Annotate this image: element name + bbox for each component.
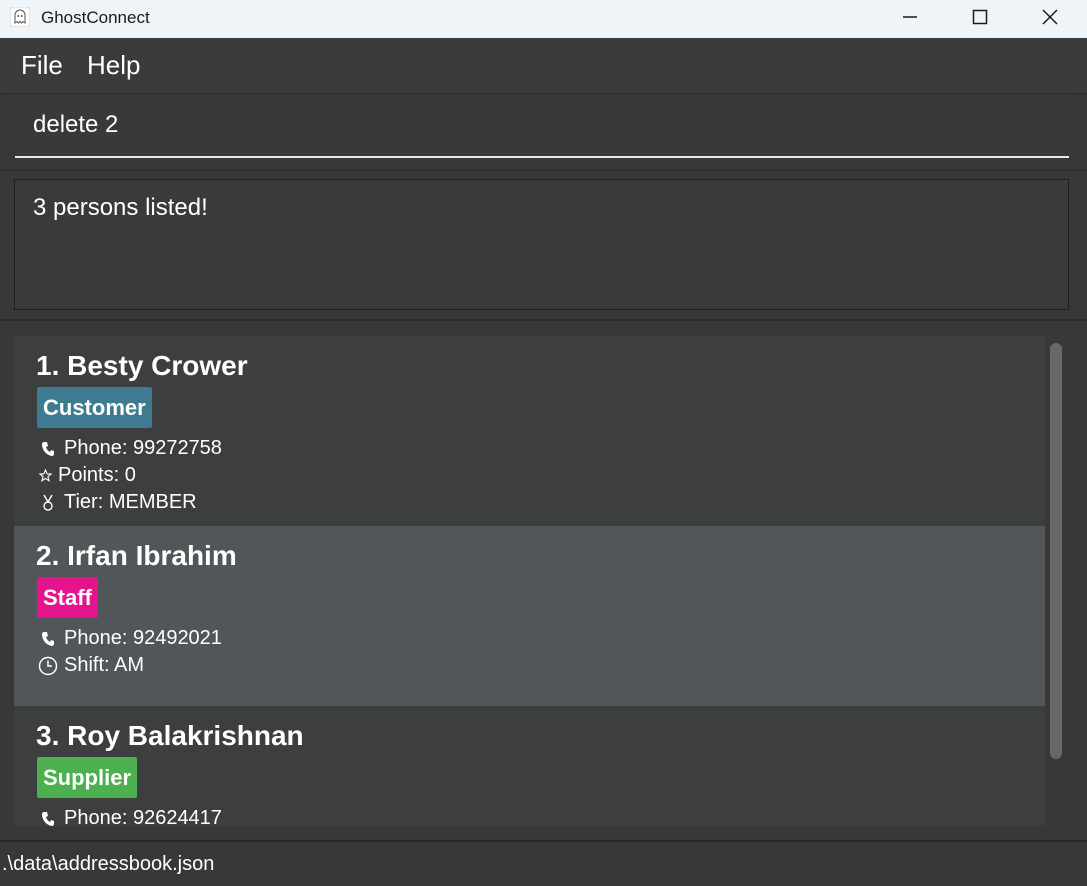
maximize-button[interactable] — [946, 0, 1014, 34]
result-display: 3 persons listed! — [14, 179, 1069, 310]
phone-icon — [38, 439, 58, 459]
list-scrollbar[interactable] — [1049, 343, 1063, 823]
phone-field: Phone: 99272758 — [38, 437, 222, 460]
phone-text: Phone: 92624417 — [64, 807, 222, 826]
close-button[interactable] — [1016, 0, 1084, 34]
phone-field: Phone: 92492021 — [38, 627, 222, 650]
person-list[interactable]: 1. Besty Crower Customer Phone: 99272758… — [14, 336, 1045, 826]
phone-text: Phone: 92492021 — [64, 627, 222, 649]
title-bar: GhostConnect — [0, 0, 1087, 38]
person-card-selected[interactable]: 2. Irfan Ibrahim Staff Phone: 92492021 S… — [14, 526, 1045, 706]
person-list-pane: 1. Besty Crower Customer Phone: 99272758… — [0, 319, 1087, 841]
scrollbar-thumb[interactable] — [1050, 343, 1062, 759]
person-tag: Customer — [37, 387, 152, 428]
status-bar: .\data\addressbook.json — [0, 840, 1087, 886]
phone-icon — [38, 629, 58, 649]
person-card[interactable]: 3. Roy Balakrishnan Supplier Phone: 9262… — [14, 706, 1045, 826]
result-display-pane: 3 persons listed! — [0, 170, 1087, 319]
person-name: 2. Irfan Ibrahim — [36, 540, 237, 571]
window-title: GhostConnect — [41, 8, 150, 27]
maximize-icon — [972, 9, 988, 25]
phone-text: Phone: 99272758 — [64, 437, 222, 459]
menu-bar: File Help — [0, 38, 1087, 93]
shift-field: Shift: AM — [38, 654, 144, 677]
close-icon — [1042, 9, 1058, 25]
phone-icon — [38, 809, 58, 827]
result-message: 3 persons listed! — [33, 194, 208, 221]
menu-help[interactable]: Help — [87, 50, 140, 81]
clock-icon — [38, 656, 58, 676]
points-text: Points: 0 — [58, 464, 136, 486]
menu-file[interactable]: File — [21, 50, 63, 81]
star-icon — [38, 466, 52, 486]
person-name: 1. Besty Crower — [36, 350, 248, 381]
points-field: Points: 0 — [38, 464, 136, 487]
command-input[interactable] — [15, 94, 1069, 158]
tier-field: Tier: MEMBER — [38, 491, 197, 514]
shift-text: Shift: AM — [64, 654, 145, 676]
phone-field: Phone: 92624417 — [38, 807, 222, 826]
save-location: .\data\addressbook.json — [2, 853, 215, 875]
medal-icon — [38, 493, 58, 513]
tier-text: Tier: MEMBER — [64, 491, 197, 513]
ghost-icon — [9, 6, 31, 28]
person-tag: Supplier — [37, 757, 138, 798]
person-tag: Staff — [37, 577, 98, 618]
command-box-pane — [0, 93, 1087, 170]
minimize-button[interactable] — [876, 0, 944, 34]
person-card[interactable]: 1. Besty Crower Customer Phone: 99272758… — [14, 336, 1045, 526]
person-name: 3. Roy Balakrishnan — [36, 720, 304, 751]
minimize-icon — [903, 16, 917, 18]
